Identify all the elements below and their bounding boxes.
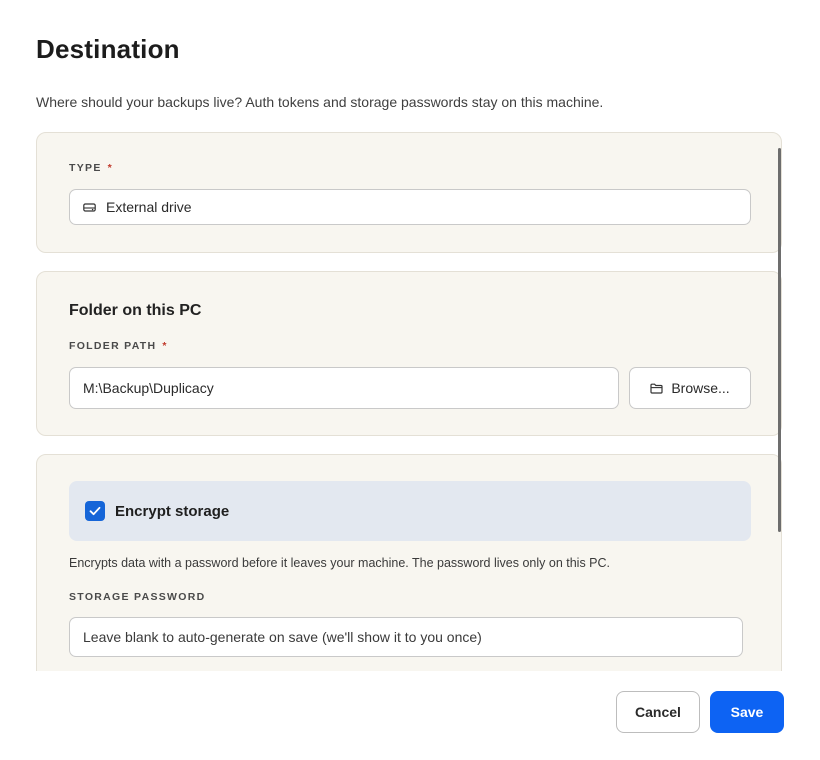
- encrypt-help-text: Encrypts data with a password before it …: [69, 556, 611, 570]
- folder-section-heading: Folder on this PC: [69, 302, 202, 319]
- folder-path-input[interactable]: M:\Backup\Duplicacy: [69, 367, 619, 409]
- scrollbar-thumb[interactable]: [778, 148, 781, 532]
- type-select[interactable]: External drive: [69, 189, 751, 225]
- encrypt-storage-checkbox[interactable]: [85, 501, 105, 521]
- encrypt-storage-row[interactable]: Encrypt storage: [69, 481, 751, 541]
- folder-card: Folder on this PC FOLDER PATH * M:\Backup…: [36, 271, 782, 436]
- required-mark: *: [162, 340, 168, 352]
- browse-button[interactable]: Browse...: [629, 367, 751, 409]
- folder-path-value: M:\Backup\Duplicacy: [83, 380, 214, 396]
- cancel-button[interactable]: Cancel: [616, 691, 700, 733]
- type-card: TYPE * External drive: [36, 132, 782, 253]
- type-value: External drive: [106, 199, 192, 215]
- folder-path-label: FOLDER PATH *: [69, 340, 168, 352]
- storage-password-placeholder: Leave blank to auto-generate on save (we…: [83, 629, 482, 645]
- encryption-card: Encrypt storage Encrypts data with a pas…: [36, 454, 782, 671]
- folder-icon: [650, 383, 663, 394]
- page-subtitle: Where should your backups live? Auth tok…: [36, 94, 604, 110]
- browse-label: Browse...: [671, 380, 730, 396]
- type-label: TYPE *: [69, 162, 114, 174]
- check-icon: [89, 506, 101, 516]
- drive-icon: [83, 202, 96, 212]
- page-title: Destination: [36, 34, 180, 64]
- storage-password-label: STORAGE PASSWORD: [69, 591, 206, 603]
- required-mark: *: [107, 162, 114, 174]
- save-button[interactable]: Save: [710, 691, 784, 733]
- storage-password-input[interactable]: Leave blank to auto-generate on save (we…: [69, 617, 743, 657]
- settings-scroll-area[interactable]: TYPE * External drive Folder on this PC F…: [36, 132, 784, 671]
- encrypt-storage-label: Encrypt storage: [115, 502, 230, 520]
